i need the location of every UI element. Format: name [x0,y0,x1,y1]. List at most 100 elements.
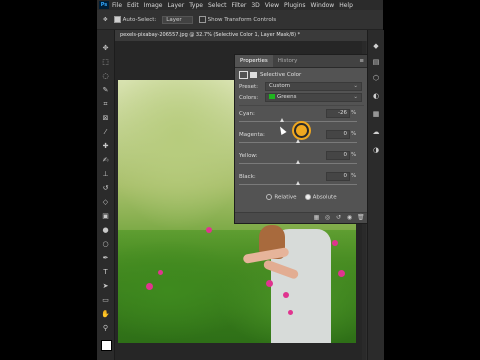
properties-panel: Properties History ≡ Selective Color Pre… [234,54,369,224]
view-previous-icon[interactable]: ◎ [324,215,331,221]
crop-icon[interactable]: ⌗ [101,100,110,109]
rectangle-icon[interactable]: ▭ [101,296,110,305]
swatches-icon[interactable]: ▦ [372,110,380,118]
auto-select-checkbox[interactable]: Auto-Select: [113,16,157,23]
pen-icon[interactable]: ✒ [101,254,110,263]
colors-row: Colors: Greens ⌄ [235,92,368,103]
cyan-input[interactable]: -26 [326,109,350,118]
type-icon[interactable]: T [101,268,110,277]
mask-icon[interactable] [250,71,257,78]
menu-view[interactable]: View [265,2,279,9]
tab-properties[interactable]: Properties [235,55,273,67]
adjustment-icon[interactable] [239,70,248,79]
black-thumb[interactable] [295,181,300,185]
paths-icon[interactable]: ⬡ [372,74,380,82]
radio-icon [304,194,311,201]
eyedropper-icon[interactable]: ⁄ [101,128,110,137]
lasso-icon[interactable]: ◌ [101,72,110,81]
magenta-unit: % [351,131,357,137]
color-swatches-icon[interactable] [101,340,112,351]
layers-icon[interactable]: ◆ [372,42,380,50]
delete-icon[interactable]: 🗑 [357,215,365,221]
quick-select-icon[interactable]: ✎ [101,86,110,95]
frame-icon[interactable]: ⊠ [101,114,110,123]
slider-yellow: Yellow: 0 % [235,150,368,171]
path-select-icon[interactable]: ➤ [101,282,110,291]
menu-layer[interactable]: Layer [167,2,184,9]
yellow-thumb[interactable] [295,160,300,164]
panel-footer: ▦ ◎ ↺ ◉ 🗑 [235,212,368,223]
libraries-icon[interactable]: ☁ [372,128,380,136]
adjustments-icon[interactable]: ◐ [372,92,380,100]
magenta-label: Magenta: [239,132,265,138]
history-brush-icon[interactable]: ↺ [101,184,110,193]
auto-select-check-icon [113,16,121,23]
absolute-label: Absolute [312,194,337,201]
stamp-icon[interactable]: ⊥ [101,170,110,179]
flower [146,283,153,290]
transform-controls-checkbox[interactable]: Show Transform Controls [198,16,277,23]
dodge-icon[interactable]: ○ [101,240,110,249]
cyan-track[interactable] [239,121,357,122]
menu-image[interactable]: Image [144,2,163,9]
radio-icon [266,194,273,201]
clip-to-layer-icon[interactable]: ▦ [313,215,320,221]
flower [266,280,273,287]
menu-edit[interactable]: Edit [127,2,139,9]
flower [206,227,212,233]
magenta-input[interactable]: 0 [326,130,350,139]
move-tool-icon[interactable]: ✥ [103,17,108,23]
method-row: Relative Absolute [235,192,368,203]
healing-icon[interactable]: ✚ [101,142,110,151]
menu-bar: Ps File Edit Image Layer Type Select Fil… [97,0,383,10]
transform-check-icon [198,16,206,23]
move-icon[interactable]: ✥ [101,44,110,53]
reset-icon[interactable]: ↺ [335,215,342,221]
eraser-icon[interactable]: ◇ [101,198,110,207]
brush-icon[interactable]: ✍ [101,156,110,165]
black-input[interactable]: 0 [326,172,350,181]
blur-icon[interactable]: ● [101,226,110,235]
panel-tabs: Properties History ≡ [235,55,368,68]
yellow-label: Yellow: [239,153,258,159]
auto-select-dropdown[interactable]: Layer [162,15,193,24]
menu-help[interactable]: Help [339,2,353,9]
chevron-down-icon: ⌄ [353,83,358,89]
flower [283,292,289,298]
flower [332,240,338,246]
divider [239,105,364,106]
panel-menu-icon[interactable]: ≡ [359,58,364,64]
colors-label: Colors: [239,94,259,101]
menu-file[interactable]: File [112,2,122,9]
color-icon[interactable]: ◑ [372,146,380,154]
menu-window[interactable]: Window [311,2,335,9]
menu-plugins[interactable]: Plugins [284,2,306,9]
marquee-icon[interactable]: ⬚ [101,58,110,67]
document-tab[interactable]: pexels-pixabay-206557.jpg @ 32.7% (Selec… [115,30,383,41]
magenta-thumb[interactable] [295,139,300,143]
menu-3d[interactable]: 3D [251,2,259,9]
right-dock: ◆ ▤ ⬡ ◐ ▦ ☁ ◑ [367,30,384,360]
gradient-icon[interactable]: ▣ [101,212,110,221]
flower [338,270,345,277]
menu-type[interactable]: Type [189,2,203,9]
channels-icon[interactable]: ▤ [372,58,380,66]
preset-dropdown[interactable]: Custom ⌄ [265,82,362,91]
cyan-thumb[interactable] [280,118,285,122]
yellow-input[interactable]: 0 [326,151,350,160]
menu-select[interactable]: Select [208,2,227,9]
tab-history[interactable]: History [273,55,303,67]
cyan-label: Cyan: [239,111,255,117]
relative-radio[interactable]: Relative [266,194,297,201]
visibility-icon[interactable]: ◉ [346,215,353,221]
menu-filter[interactable]: Filter [232,2,247,9]
zoom-icon[interactable]: ⚲ [101,324,110,333]
ps-logo: Ps [99,1,109,9]
woman-figure [242,225,333,343]
absolute-radio[interactable]: Absolute [304,194,337,201]
cyan-unit: % [351,110,357,116]
transform-controls-label: Show Transform Controls [207,17,277,23]
hand-icon[interactable]: ✋ [101,310,110,319]
auto-select-label: Auto-Select: [122,17,157,23]
colors-dropdown[interactable]: Greens ⌄ [265,93,362,102]
